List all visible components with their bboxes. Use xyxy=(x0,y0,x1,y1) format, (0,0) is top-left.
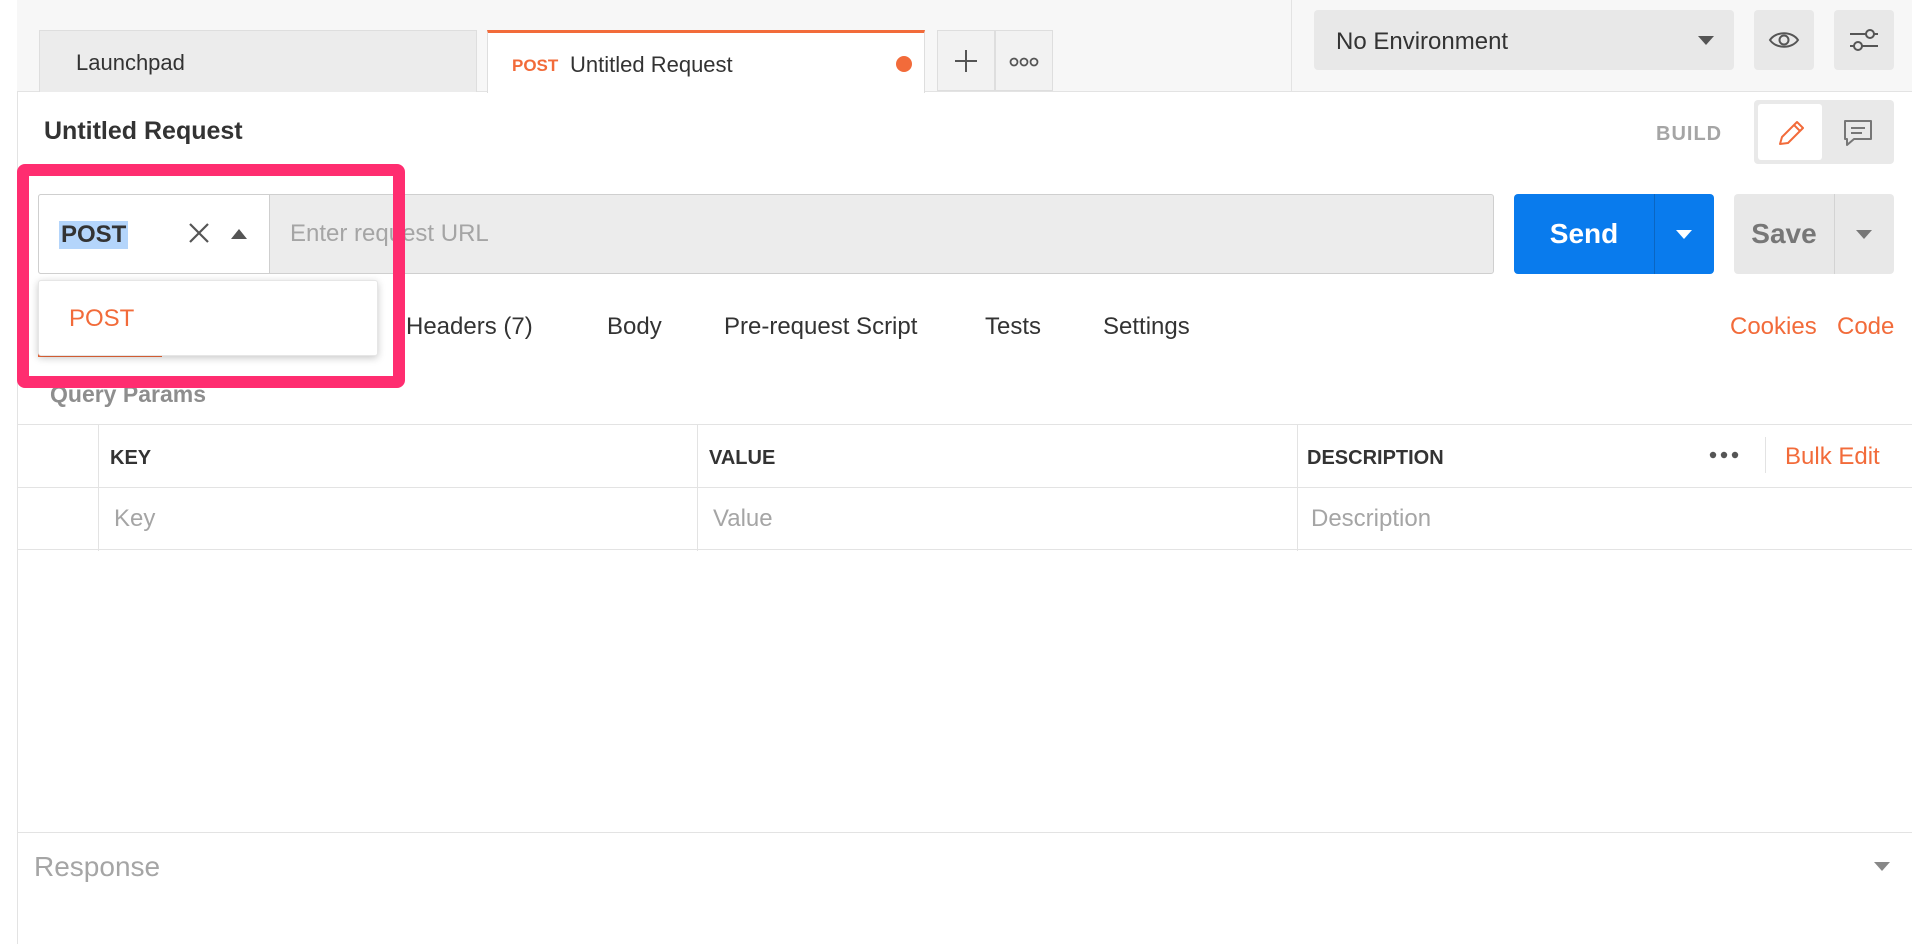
response-title: Response xyxy=(34,851,161,882)
comment-icon xyxy=(1844,120,1872,146)
sliders-icon xyxy=(1850,29,1878,51)
method-option-post[interactable]: POST xyxy=(69,305,134,333)
tab-settings[interactable]: Settings xyxy=(1103,313,1190,341)
code-link[interactable]: Code xyxy=(1837,313,1894,341)
edit-mode-button[interactable] xyxy=(1758,104,1822,160)
query-params-title: Query Params xyxy=(50,381,206,407)
column-header-description: DESCRIPTION xyxy=(1307,447,1444,469)
save-options-caret-icon[interactable] xyxy=(1856,230,1872,239)
query-params-table: KEY VALUE DESCRIPTION Bulk Edit Key Valu… xyxy=(17,424,1912,551)
tab-headers[interactable]: Headers (7) xyxy=(406,313,533,341)
save-button-label: Save xyxy=(1751,218,1817,249)
send-options-caret-icon[interactable] xyxy=(1676,230,1692,239)
tab-pre-request-script[interactable]: Pre-request Script xyxy=(724,313,917,341)
tab-method-badge: POST xyxy=(512,56,559,75)
header-separator xyxy=(1765,437,1766,473)
column-header-key: KEY xyxy=(110,447,152,469)
column-divider xyxy=(697,425,698,551)
method-select-value[interactable]: POST xyxy=(59,221,129,249)
environment-select-value: No Environment xyxy=(1336,28,1509,55)
send-split-divider xyxy=(1654,194,1655,274)
cookies-link[interactable]: Cookies xyxy=(1730,313,1817,341)
tabbar-divider xyxy=(1291,0,1292,92)
key-cell-input[interactable]: Key xyxy=(114,505,155,533)
table-row-divider xyxy=(17,487,1912,488)
plus-icon xyxy=(955,50,977,72)
column-divider xyxy=(1297,425,1298,551)
column-divider xyxy=(98,425,99,551)
caret-down-icon xyxy=(1698,36,1714,45)
save-button[interactable]: Save xyxy=(1734,194,1894,274)
description-cell-input[interactable]: Description xyxy=(1311,505,1431,533)
ellipsis-icon xyxy=(1009,57,1039,67)
manage-environments-button[interactable] xyxy=(1834,10,1894,70)
tab-body[interactable]: Body xyxy=(607,313,662,341)
clear-icon[interactable] xyxy=(181,215,217,251)
caret-up-icon[interactable] xyxy=(231,229,247,239)
tab-label: Launchpad xyxy=(76,50,185,75)
send-button[interactable]: Send xyxy=(1514,194,1714,274)
tab-untitled-request[interactable]: POST Untitled Request xyxy=(487,30,925,93)
save-split-divider xyxy=(1834,194,1835,274)
request-url-input[interactable] xyxy=(272,196,1490,272)
bulk-edit-link[interactable]: Bulk Edit xyxy=(1785,443,1880,471)
column-header-value: VALUE xyxy=(709,447,776,469)
environment-quick-look-button[interactable] xyxy=(1754,10,1814,70)
tab-launchpad[interactable]: Launchpad xyxy=(39,30,477,92)
method-dropdown-menu: POST xyxy=(38,280,378,356)
method-select[interactable]: POST xyxy=(38,194,270,274)
ellipsis-icon xyxy=(1709,451,1739,459)
comments-button[interactable] xyxy=(1826,104,1890,160)
new-tab-button[interactable] xyxy=(937,30,995,91)
mode-toggle xyxy=(1754,100,1894,164)
tab-headers-label: Headers xyxy=(406,313,497,340)
environment-select[interactable]: No Environment xyxy=(1314,10,1734,70)
collapse-response-caret-icon[interactable] xyxy=(1874,862,1890,871)
eye-icon xyxy=(1768,32,1800,48)
tab-label: Untitled Request xyxy=(570,52,733,77)
table-options-button[interactable] xyxy=(1707,437,1741,480)
request-title[interactable]: Untitled Request xyxy=(44,117,243,146)
send-button-label: Send xyxy=(1549,218,1619,249)
tab-options-button[interactable] xyxy=(995,30,1053,91)
tab-tests[interactable]: Tests xyxy=(985,313,1041,341)
tab-headers-count: (7) xyxy=(503,313,533,340)
pencil-icon xyxy=(1779,121,1804,145)
response-divider[interactable] xyxy=(17,832,1912,833)
unsaved-dot-icon xyxy=(896,56,912,72)
build-label: BUILD xyxy=(1656,123,1723,145)
value-cell-input[interactable]: Value xyxy=(713,505,773,533)
